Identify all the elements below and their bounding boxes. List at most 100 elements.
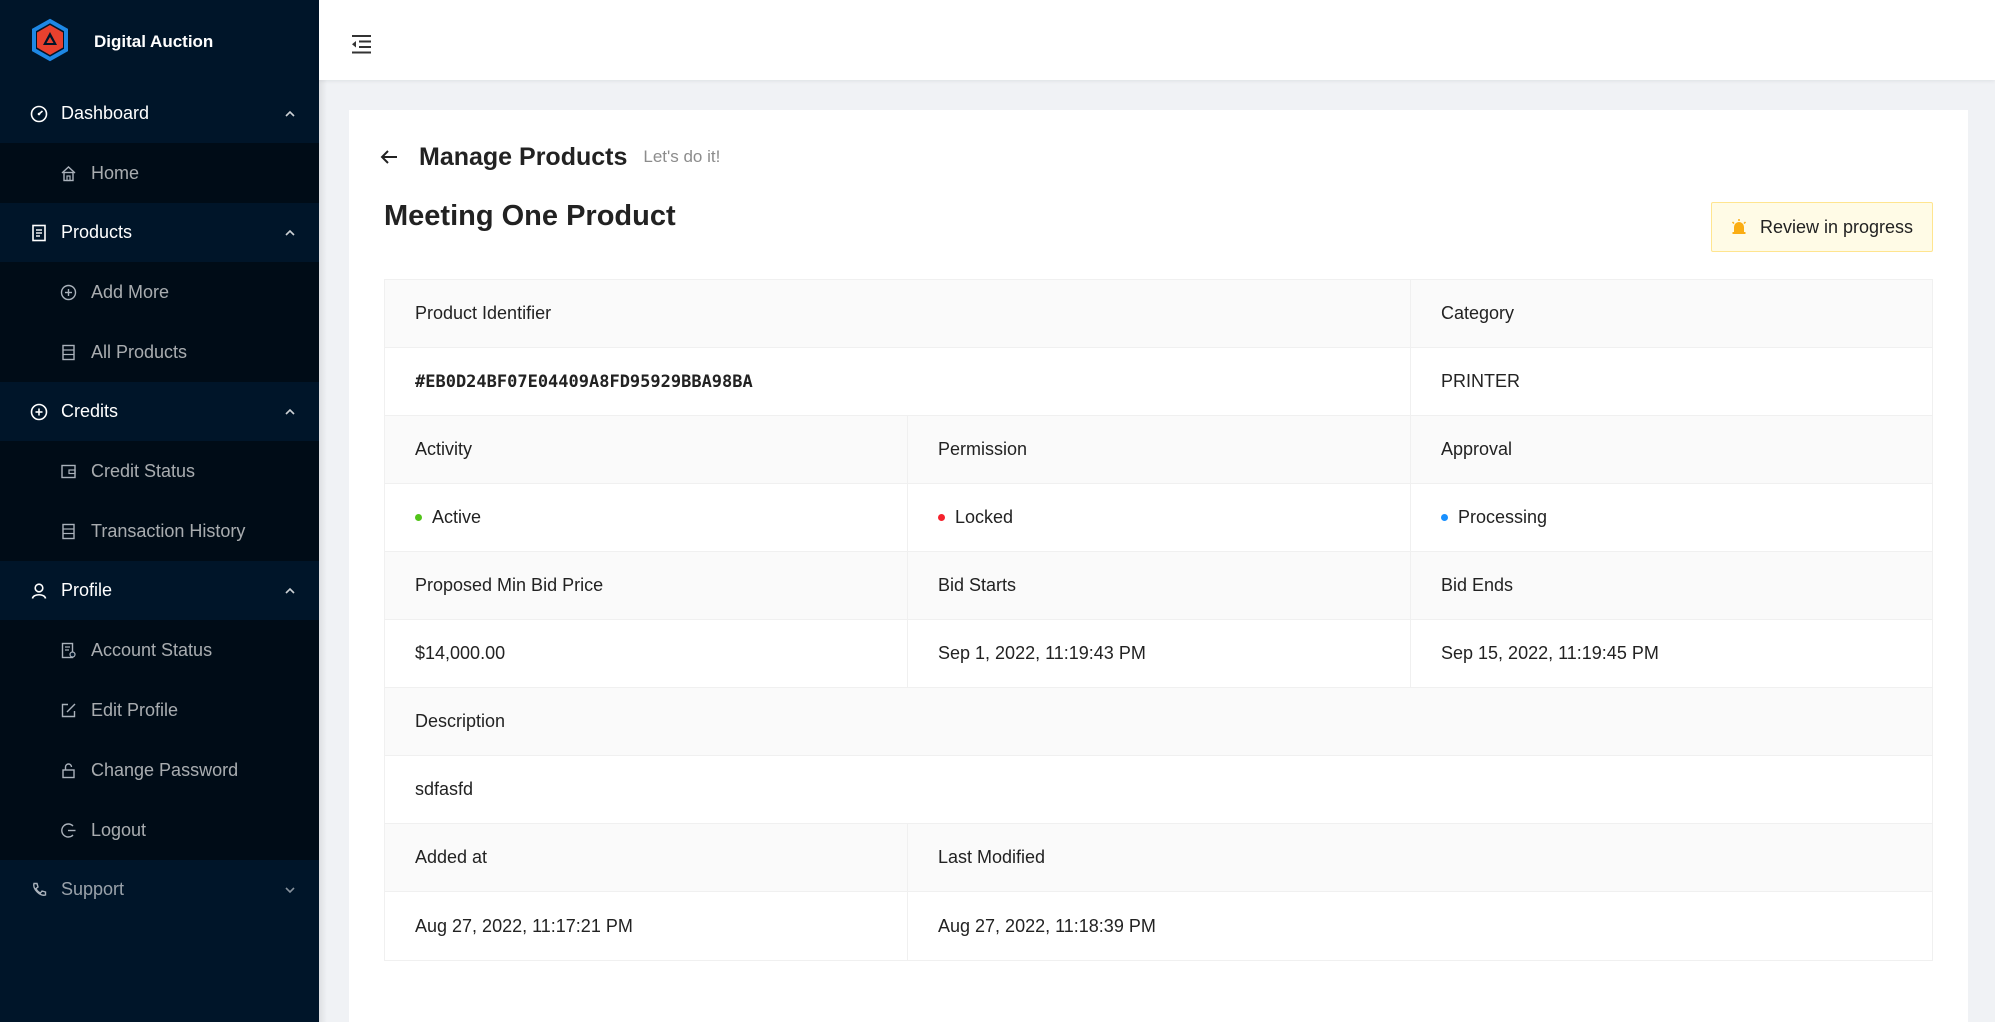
label-last-modified: Last Modified xyxy=(938,847,1046,867)
value-bid-ends: Sep 15, 2022, 11:19:45 PM xyxy=(1441,643,1659,663)
menu-group-label: Products xyxy=(61,222,133,242)
sidebar-item-credit-status[interactable]: Credit Status xyxy=(0,441,319,501)
table-row: Description xyxy=(385,688,1932,756)
sidebar-item-label: Logout xyxy=(91,819,147,840)
brand-name: Digital Auction xyxy=(94,32,214,51)
database-icon xyxy=(60,523,77,540)
phone-icon xyxy=(30,881,48,899)
value-approval: Processing xyxy=(1411,484,1932,551)
submenu-products: Add More All Products xyxy=(0,262,319,382)
status-dot-processing xyxy=(1441,514,1448,521)
logout-icon xyxy=(60,822,77,839)
file-text-icon xyxy=(30,224,48,242)
sidebar-item-account-status[interactable]: Account Status xyxy=(0,620,319,680)
value-product-identifier: #EB0D24BF07E04409A8FD95929BBA98BA xyxy=(385,348,1411,415)
value-activity: Active xyxy=(385,484,908,551)
edit-icon xyxy=(60,702,77,719)
label-bid-ends: Bid Ends xyxy=(1441,575,1514,595)
dashboard-icon xyxy=(30,105,48,123)
sidebar-item-home[interactable]: Home xyxy=(0,143,319,203)
menu-group-dashboard[interactable]: Dashboard xyxy=(0,84,319,143)
content-card: Manage Products Let's do it! Meeting One… xyxy=(349,110,1968,1022)
menu-fold-icon[interactable] xyxy=(349,32,373,56)
submenu-credits: Credit Status Transaction History xyxy=(0,441,319,561)
top-header xyxy=(319,0,1995,80)
solution-icon xyxy=(60,642,77,659)
menu-group-credits[interactable]: Credits xyxy=(0,382,319,441)
table-row: Added at Last Modified xyxy=(385,824,1932,892)
table-row: Proposed Min Bid Price Bid Starts Bid En… xyxy=(385,552,1932,620)
label-added-at: Added at xyxy=(385,824,908,891)
sidebar-item-label: Credit Status xyxy=(91,460,196,481)
label-permission: Permission xyxy=(908,416,1411,483)
sidebar-item-label: All Products xyxy=(91,341,188,362)
menu-group-products[interactable]: Products xyxy=(0,203,319,262)
chevron-up-icon xyxy=(283,107,297,121)
sidebar-item-edit-profile[interactable]: Edit Profile xyxy=(0,680,319,740)
product-name: Meeting One Product xyxy=(384,200,676,232)
sidebar-item-add-more[interactable]: Add More xyxy=(0,262,319,322)
table-row: Active Locked Processing xyxy=(385,484,1932,552)
label-bid-starts: Bid Starts xyxy=(908,552,1411,619)
wallet-icon xyxy=(60,463,77,480)
plus-circle-icon xyxy=(30,403,48,421)
value-permission: Locked xyxy=(908,484,1411,551)
plus-circle-icon xyxy=(60,284,77,301)
label-activity: Activity xyxy=(385,416,908,483)
arrow-left-icon[interactable] xyxy=(379,147,399,167)
menu-group-profile[interactable]: Profile xyxy=(0,561,319,620)
label-approval: Approval xyxy=(1441,439,1513,459)
submenu-dashboard: Home xyxy=(0,143,319,203)
user-icon xyxy=(30,582,48,600)
table-row: Product Identifier Category xyxy=(385,280,1932,348)
table-row: Aug 27, 2022, 11:17:21 PM Aug 27, 2022, … xyxy=(385,892,1932,960)
approval-text: Processing xyxy=(1458,507,1548,527)
table-row: #EB0D24BF07E04409A8FD95929BBA98BA PRINTE… xyxy=(385,348,1932,416)
value-last-modified: Aug 27, 2022, 11:18:39 PM xyxy=(938,915,1156,936)
status-badge: Review in progress xyxy=(1711,202,1933,252)
sidebar-item-change-password[interactable]: Change Password xyxy=(0,740,319,800)
label-category: Category xyxy=(1441,303,1515,323)
chevron-up-icon xyxy=(283,584,297,598)
submenu-profile: Account Status Edit Profile Change Passw… xyxy=(0,620,319,860)
status-dot-active xyxy=(415,514,422,521)
table-row: Activity Permission Approval xyxy=(385,416,1932,484)
page-subtitle: Let's do it! xyxy=(643,147,721,166)
sidebar-item-label: Edit Profile xyxy=(91,699,179,720)
value-added-at: Aug 27, 2022, 11:17:21 PM xyxy=(385,892,908,960)
label-product-identifier: Product Identifier xyxy=(385,280,1411,347)
sidebar-item-label: Home xyxy=(91,162,140,183)
sidebar-item-transaction-history[interactable]: Transaction History xyxy=(0,501,319,561)
sidebar: Digital Auction Dashboard Home Products xyxy=(0,0,319,1022)
value-description: sdfasfd xyxy=(415,779,474,799)
menu-group-label: Dashboard xyxy=(61,103,150,123)
sidebar-item-label: Transaction History xyxy=(91,520,246,541)
sidebar-item-label: Account Status xyxy=(91,639,213,660)
status-text: Review in progress xyxy=(1760,216,1914,237)
product-details-table: Product Identifier Category #EB0D24BF07E… xyxy=(384,279,1933,961)
menu-group-label: Credits xyxy=(61,401,119,421)
sidebar-item-label: Add More xyxy=(91,281,170,302)
brand[interactable]: Digital Auction xyxy=(0,0,319,84)
page-title: Manage Products xyxy=(419,142,628,171)
label-description: Description xyxy=(415,711,506,731)
unlock-icon xyxy=(60,762,77,779)
value-min-bid-price: $14,000.00 xyxy=(385,620,908,687)
database-icon xyxy=(60,344,77,361)
table-row: sdfasfd xyxy=(385,756,1932,824)
sidebar-shadow xyxy=(319,0,327,1022)
home-icon xyxy=(60,165,77,182)
menu-group-label: Support xyxy=(61,879,125,899)
sidebar-item-label: Change Password xyxy=(91,759,239,780)
sidebar-item-logout[interactable]: Logout xyxy=(0,800,319,860)
sidebar-item-all-products[interactable]: All Products xyxy=(0,322,319,382)
chevron-down-icon xyxy=(283,883,297,897)
permission-text: Locked xyxy=(955,507,1014,527)
label-min-bid-price: Proposed Min Bid Price xyxy=(385,552,908,619)
value-category: PRINTER xyxy=(1441,371,1521,391)
page-header: Manage Products Let's do it! xyxy=(379,141,720,173)
menu-group-label: Profile xyxy=(61,580,113,600)
brand-logo-icon xyxy=(30,18,70,67)
value-bid-starts: Sep 1, 2022, 11:19:43 PM xyxy=(908,620,1411,687)
menu-group-support[interactable]: Support xyxy=(0,860,319,919)
